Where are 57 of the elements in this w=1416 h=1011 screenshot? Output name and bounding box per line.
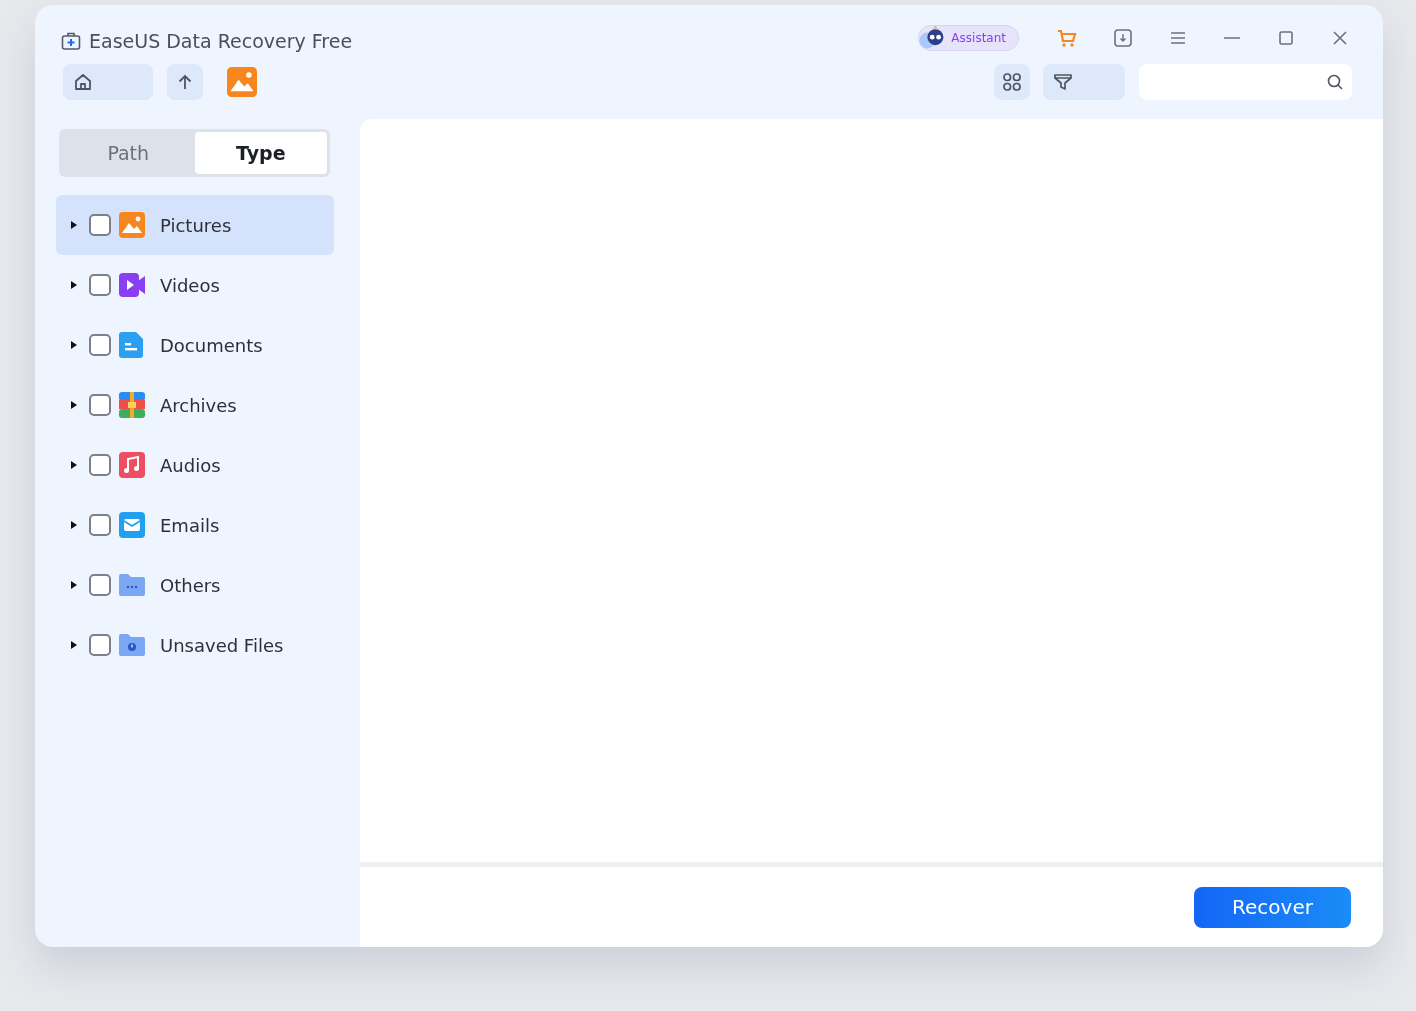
recover-button[interactable]: Recover [1194, 886, 1351, 928]
category-item[interactable]: Archives [56, 375, 334, 435]
category-label: Others [160, 574, 221, 596]
category-item[interactable]: Documents [56, 315, 334, 375]
checkbox[interactable] [89, 454, 111, 476]
category-item[interactable]: Videos [56, 255, 334, 315]
category-label: Unsaved Files [160, 634, 284, 656]
tab[interactable]: Path [62, 132, 195, 174]
category-label: Emails [160, 514, 220, 536]
checkbox[interactable] [89, 274, 111, 296]
toolbox-icon [61, 31, 81, 51]
checkbox[interactable] [89, 214, 111, 236]
caret-icon[interactable] [69, 580, 79, 590]
search-icon [1326, 73, 1344, 91]
checkbox[interactable] [89, 574, 111, 596]
up-arrow-icon [176, 73, 194, 91]
category-item[interactable]: Audios [56, 435, 334, 495]
folder-icon [119, 632, 145, 658]
music-note-icon [119, 452, 145, 478]
category-item[interactable]: Emails [56, 495, 334, 555]
document-icon [119, 332, 145, 358]
up-arrow-button[interactable] [167, 64, 203, 100]
tab[interactable]: Type [194, 132, 327, 174]
category-label: Archives [160, 394, 237, 416]
search-field[interactable] [1139, 64, 1352, 100]
home-icon [73, 72, 93, 92]
assistant-button[interactable]: Assistant [918, 25, 1019, 51]
window-title: EaseUS Data Recovery Free [89, 30, 353, 52]
caret-icon[interactable] [69, 460, 79, 470]
checkbox[interactable] [89, 334, 111, 356]
checkbox[interactable] [89, 634, 111, 656]
category-label: Videos [160, 274, 220, 296]
grid-view-button[interactable] [994, 64, 1030, 100]
caret-icon[interactable] [69, 520, 79, 530]
category-label: Documents [160, 334, 263, 356]
category-item[interactable]: Others [56, 555, 334, 615]
caret-icon[interactable] [69, 340, 79, 350]
envelope-icon [119, 512, 145, 538]
filter-button[interactable] [1043, 64, 1125, 100]
picture-icon [119, 212, 145, 238]
category-item[interactable]: Pictures [56, 195, 334, 255]
checkbox[interactable] [89, 394, 111, 416]
category-item[interactable]: Unsaved Files [56, 615, 334, 675]
checkbox[interactable] [89, 514, 111, 536]
grid-icon [1002, 72, 1022, 92]
archive-icon [119, 392, 145, 418]
caret-icon[interactable] [69, 280, 79, 290]
picture-icon [227, 67, 257, 97]
filter-icon [1053, 72, 1073, 92]
caret-icon[interactable] [69, 220, 79, 230]
category-label: Pictures [160, 214, 232, 236]
caret-icon[interactable] [69, 400, 79, 410]
category-label: Audios [160, 454, 221, 476]
video-icon [119, 272, 145, 298]
caret-icon[interactable] [69, 640, 79, 650]
folder-icon [119, 572, 145, 598]
home-button[interactable] [63, 64, 153, 100]
